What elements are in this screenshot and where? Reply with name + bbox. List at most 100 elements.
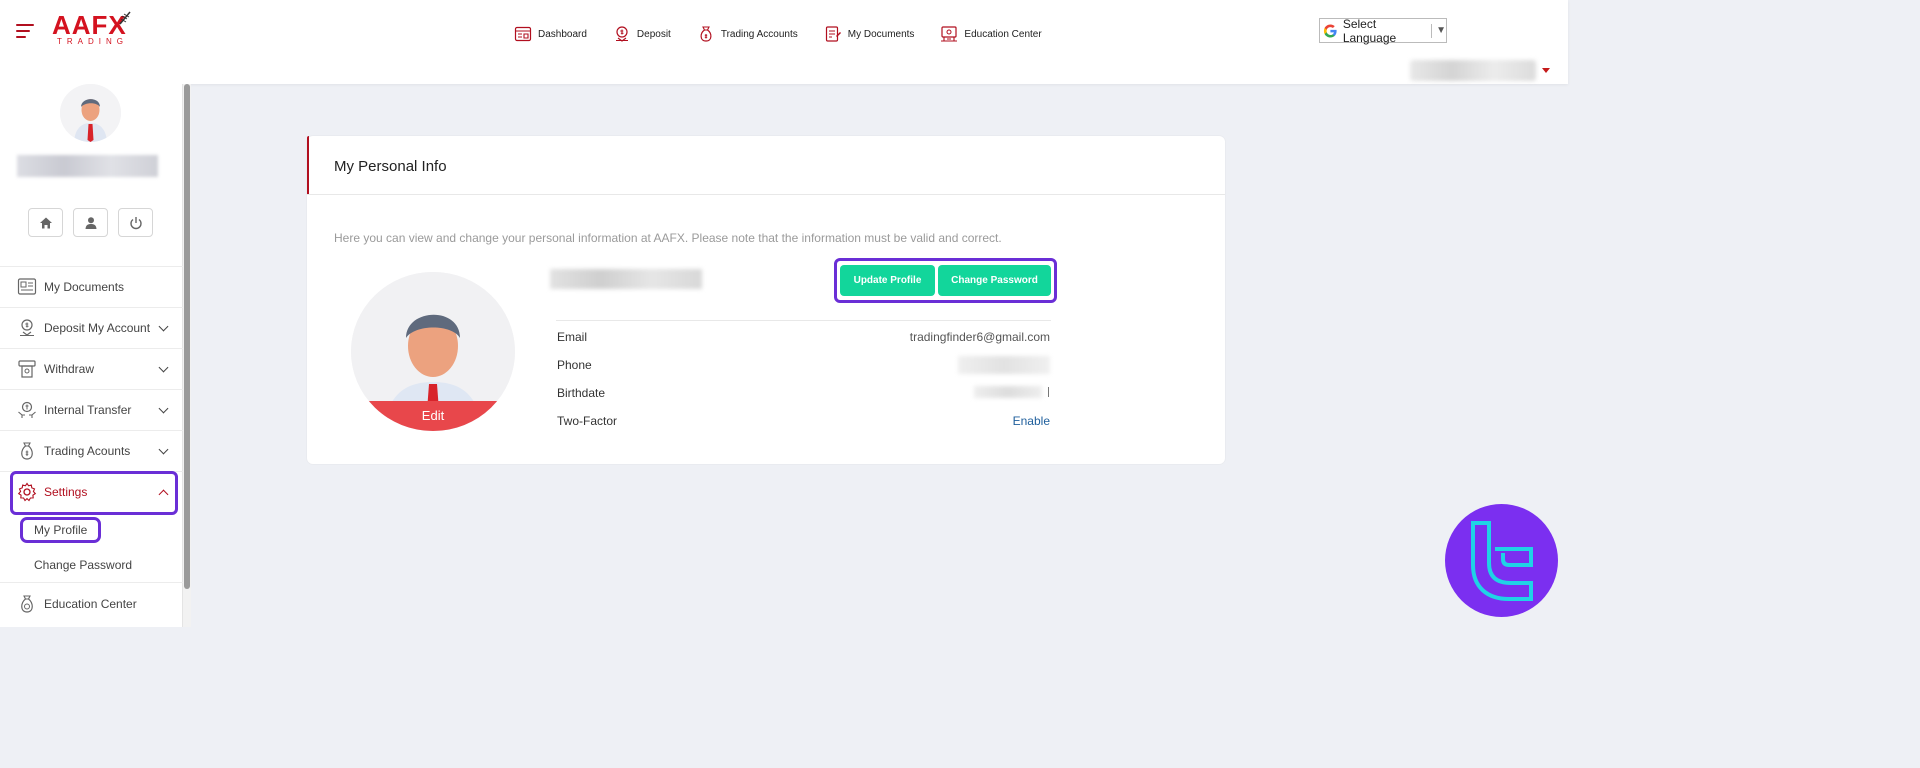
nav-education-center[interactable]: Education Center [940,25,1042,43]
info-row-two-factor: Two-Factor Enable [557,414,1050,442]
nav-dashboard[interactable]: Dashboard [514,25,587,43]
card-accent-bar [307,136,309,194]
phone-value-blurred [958,356,1050,374]
hamburger-menu-icon[interactable] [16,24,34,38]
update-profile-button[interactable]: Update Profile [840,265,935,296]
user-menu-caret-icon[interactable] [1542,68,1550,73]
education-icon [21,594,33,613]
edit-avatar-button[interactable]: Edit [351,401,515,431]
home-icon [39,217,52,228]
sidebar-menu: My Documents Deposit My Account Withdraw… [0,266,183,624]
nav-deposit-label: Deposit [636,28,671,40]
profile-name-blurred [550,269,702,289]
nav-deposit[interactable]: Deposit [613,25,671,43]
top-header: AAFX TRADING Dashboard Deposit Trading A… [0,0,1568,84]
email-label: Email [557,330,588,344]
username-blurred[interactable] [1410,60,1536,81]
submenu-label: Change Password [34,558,133,572]
two-factor-label: Two-Factor [557,414,618,428]
my-profile-highlight [20,517,101,543]
sidebar-item-trading-acounts[interactable]: Trading Acounts [0,430,183,471]
change-password-button[interactable]: Change Password [938,265,1051,296]
info-row-birthdate: Birthdate [557,386,1050,414]
card-title: My Personal Info [334,158,447,175]
sidebar-scrollbar[interactable] [183,84,191,627]
chevron-down-icon [158,321,169,332]
profile-info-list: Email tradingfinder6@gmail.com Phone Bir… [557,330,1050,442]
sidebar-item-deposit-my-account[interactable]: Deposit My Account [0,307,183,348]
sidebar-item-withdraw[interactable]: Withdraw [0,348,183,389]
birthdate-value-blurred [974,386,1042,398]
profile-avatar[interactable]: Edit [351,272,515,431]
documents-icon [17,278,37,295]
chevron-up-icon [158,489,169,500]
phone-label: Phone [557,358,592,372]
profile-button[interactable] [73,208,108,237]
info-row-phone: Phone [557,356,1050,386]
aafx-logo[interactable]: AAFX TRADING [52,11,132,52]
sidebar-item-label: Settings [44,485,88,499]
birthdate-label: Birthdate [557,386,606,400]
top-navigation: Dashboard Deposit Trading Accounts My Do… [514,25,1042,43]
dashboard-icon [514,26,532,42]
birthdate-cursor [1048,387,1049,397]
email-value: tradingfinder6@gmail.com [909,330,1050,344]
home-button[interactable] [28,208,63,237]
sidebar-item-label: Trading Acounts [44,444,131,458]
logo-spark-icon [119,11,131,25]
sidebar-item-label: My Documents [44,280,125,294]
sidebar-item-label: Internal Transfer [44,403,132,417]
deposit-icon [20,319,34,337]
deposit-icon [615,26,628,42]
info-row-email: Email tradingfinder6@gmail.com [557,330,1050,358]
sidebar-item-my-documents[interactable]: My Documents [0,266,183,307]
logout-button[interactable] [118,208,153,237]
education-icon [941,26,958,42]
transfer-icon [18,401,36,418]
submenu-my-profile[interactable]: My Profile [0,512,183,548]
sidebar-item-label: Deposit My Account [44,321,151,335]
nav-dashboard-label: Dashboard [538,28,587,40]
user-icon [85,216,96,229]
nav-trading-accounts-label: Trading Accounts [720,28,798,40]
withdraw-icon [18,360,36,378]
nav-my-documents[interactable]: My Documents [824,25,915,43]
google-icon [1323,24,1337,37]
sidebar-item-settings[interactable]: Settings [0,471,183,512]
sidebar-item-education-center[interactable]: Education Center [0,583,183,624]
gear-icon [17,482,37,502]
sidebar-username-blurred [17,155,158,177]
chevron-down-icon [158,362,169,373]
nav-my-documents-label: My Documents [847,28,915,40]
nav-trading-accounts[interactable]: Trading Accounts [697,25,798,43]
tradingfinder-logo-icon [1470,520,1533,601]
money-bag-icon [700,26,712,42]
tradingfinder-watermark-logo [1445,504,1558,617]
personal-info-card: My Personal Info Here you can view and c… [307,136,1225,464]
scrollbar-thumb[interactable] [184,84,190,589]
card-description: Here you can view and change your person… [334,231,1002,245]
power-icon [129,216,142,229]
submenu-change-password[interactable]: Change Password [0,548,183,583]
dropdown-arrow-icon: ▼ [1436,25,1446,36]
card-divider [307,194,1225,195]
profile-actions-highlight: Update Profile Change Password [834,258,1057,303]
chevron-down-icon [158,403,169,414]
money-bag-icon [21,442,33,460]
sidebar: My Documents Deposit My Account Withdraw… [0,84,183,627]
chevron-down-icon [158,444,169,455]
enable-two-factor-link[interactable]: Enable [1013,414,1050,428]
documents-icon [825,26,841,42]
info-divider [556,320,1051,321]
sidebar-quick-actions [28,208,153,237]
sidebar-item-label: Education Center [44,596,137,611]
user-avatar-icon [60,84,121,142]
logo-sub-text: TRADING [57,37,128,46]
sidebar-item-internal-transfer[interactable]: Internal Transfer [0,389,183,430]
language-select[interactable]: Select Language ▼ [1319,17,1447,45]
nav-education-center-label: Education Center [964,28,1042,40]
sidebar-item-label: Withdraw [44,362,95,376]
sidebar-avatar[interactable] [60,84,121,142]
language-separator [1431,23,1433,38]
settings-submenu: My Profile Change Password [0,512,183,583]
